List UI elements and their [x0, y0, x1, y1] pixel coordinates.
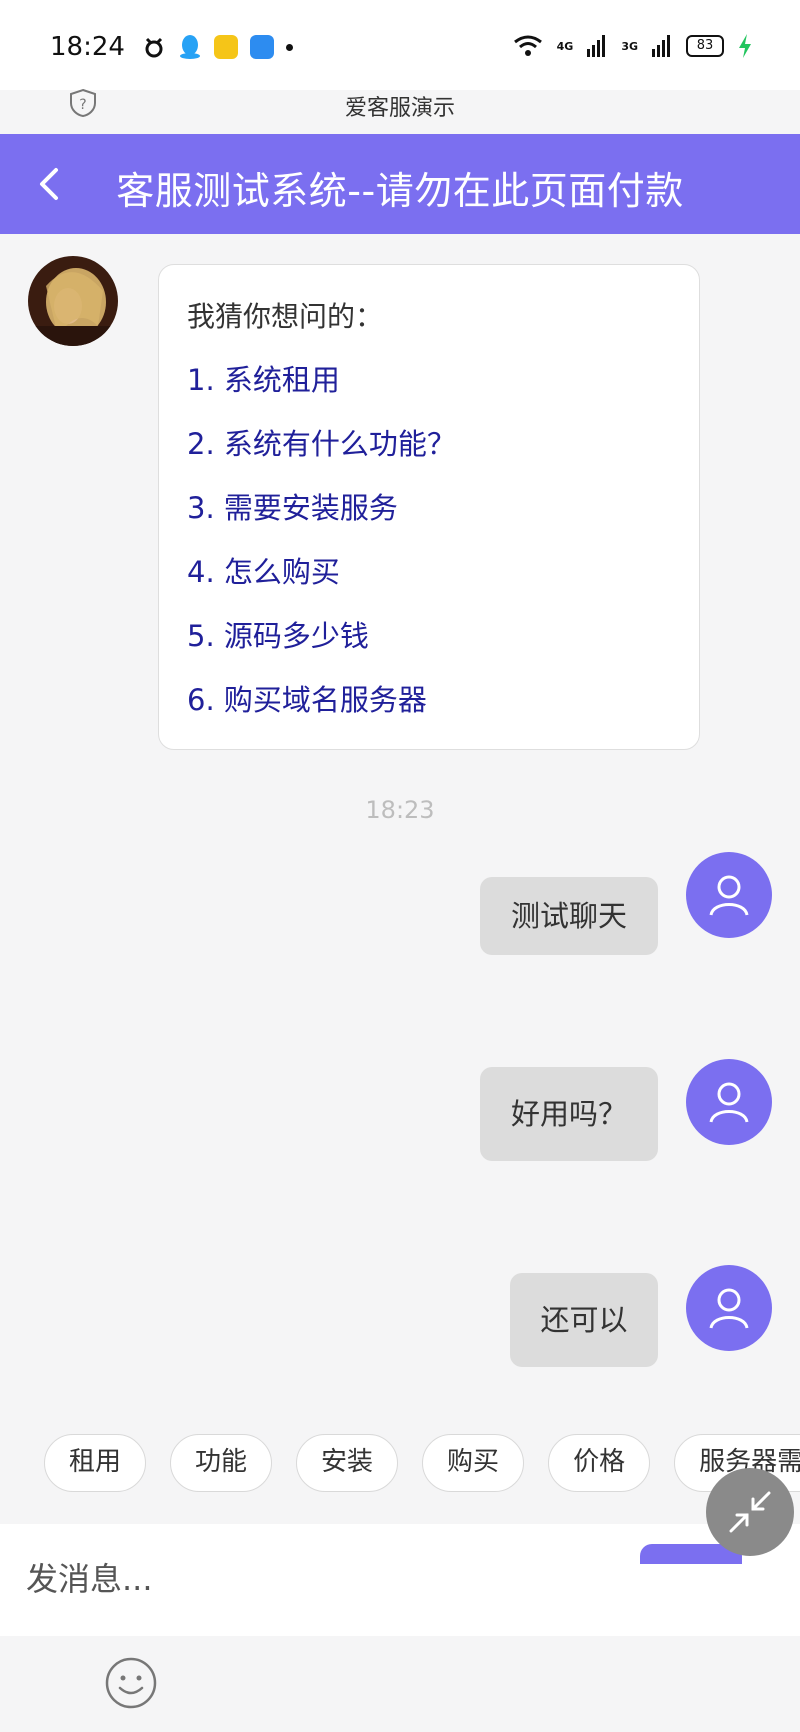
status-bar: 18:24 4G 3G 83 [0, 0, 800, 90]
quick-reply-chip[interactable]: 功能 [170, 1434, 273, 1492]
quick-reply-chip[interactable]: 价格 [548, 1434, 651, 1492]
suggestion-link[interactable]: 2. 系统有什么功能？ [187, 425, 671, 489]
agent-suggestion-bubble: 我猜你想问的： 1. 系统租用 2. 系统有什么功能？ 3. 需要安装服务 4.… [158, 264, 700, 750]
suggestion-link[interactable]: 6. 购买域名服务器 [187, 681, 671, 745]
user-icon [709, 1082, 749, 1123]
battery-level: 83 [686, 35, 724, 57]
user-message-bubble: 还可以 [510, 1273, 658, 1367]
message-input[interactable] [26, 1554, 626, 1604]
message-icon [250, 35, 274, 59]
user-message-bubble: 测试聊天 [480, 877, 658, 955]
wifi-icon [513, 35, 542, 56]
signal-icon-2 [652, 35, 670, 57]
quick-reply-bar: 租用 功能 安装 购买 价格 服务器需 [44, 1434, 800, 1492]
network-3g-label: 3G [621, 39, 638, 53]
quick-reply-chip[interactable]: 购买 [422, 1434, 525, 1492]
user-avatar[interactable] [686, 1059, 772, 1145]
composer-toolbar [0, 1636, 800, 1732]
suggestion-link[interactable]: 3. 需要安装服务 [187, 489, 671, 553]
quick-reply-chip[interactable]: 安装 [296, 1434, 399, 1492]
alarm-icon [145, 37, 163, 58]
signal-icon-1 [587, 35, 606, 57]
more-dot-icon [286, 43, 293, 51]
app-name: 爱客服演示 [344, 96, 455, 121]
message-composer [0, 1524, 800, 1636]
notification-icons [142, 34, 293, 60]
network-4g-label: 4G [556, 39, 574, 53]
collapse-button[interactable] [706, 1468, 794, 1556]
user-avatar[interactable] [686, 852, 772, 938]
user-avatar[interactable] [686, 1265, 772, 1351]
message-timestamp: 18:23 [365, 796, 435, 824]
user-icon [709, 1288, 749, 1329]
chat-title: 客服测试系统--请勿在此页面付款 [116, 169, 684, 213]
agent-avatar[interactable] [28, 256, 118, 346]
collapse-arrows-icon [729, 1491, 771, 1533]
emoji-icon[interactable] [104, 1656, 158, 1710]
charging-icon [739, 34, 751, 58]
suggestion-link[interactable]: 5. 源码多少钱 [187, 617, 671, 681]
user-icon [709, 875, 749, 916]
status-time: 18:24 [50, 32, 125, 62]
quick-reply-chip[interactable]: 租用 [44, 1434, 147, 1492]
status-indicators: 4G 3G 83 [513, 34, 752, 58]
qq-icon [180, 35, 200, 59]
suggestion-intro: 我猜你想问的： [187, 300, 384, 333]
suggestion-link[interactable]: 4. 怎么购买 [187, 553, 671, 617]
suggestion-link[interactable]: 1. 系统租用 [187, 361, 671, 425]
notes-icon [214, 35, 238, 59]
chat-header: 客服测试系统--请勿在此页面付款 [0, 134, 800, 234]
user-message-bubble: 好用吗？ [480, 1067, 658, 1161]
